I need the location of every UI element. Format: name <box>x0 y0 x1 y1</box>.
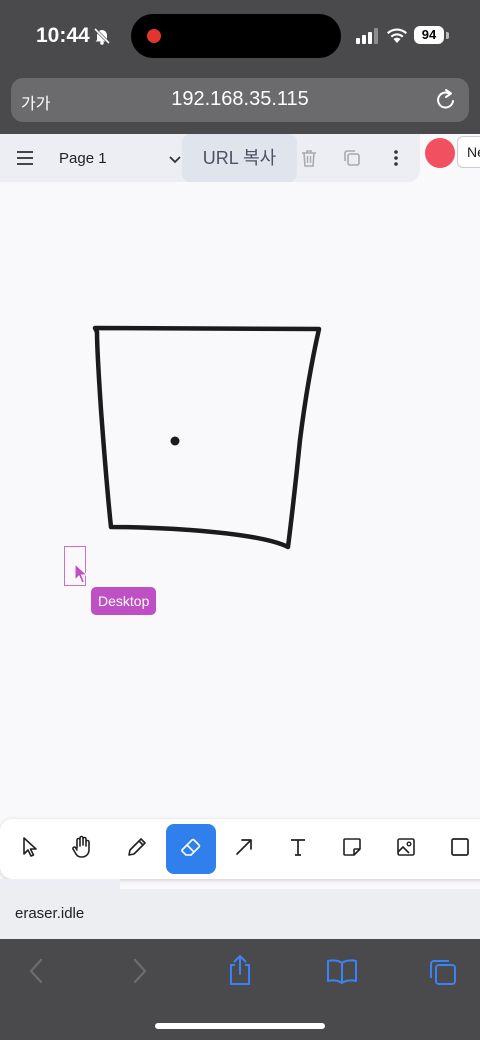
hand-icon <box>70 834 96 865</box>
pencil-icon <box>125 835 149 864</box>
arrow-tool-button[interactable] <box>219 824 269 874</box>
battery-indicator: 94 <box>414 26 444 44</box>
wifi-icon <box>386 26 408 49</box>
user-avatar[interactable] <box>425 138 455 168</box>
drawn-dot <box>170 436 180 446</box>
more-options-icon[interactable] <box>386 148 406 173</box>
dynamic-island <box>131 14 341 58</box>
forward-icon[interactable] <box>130 957 150 990</box>
copy-url-button[interactable]: URL 복사 <box>182 134 297 182</box>
collaborator-name-tag: Desktop <box>91 587 157 615</box>
canvas-drawing <box>92 325 322 550</box>
duplicate-icon[interactable] <box>342 148 362 173</box>
new-button[interactable]: Ne <box>457 136 480 168</box>
drawn-quadrilateral-shape <box>92 325 322 550</box>
rectangle-tool-button[interactable] <box>435 824 480 874</box>
image-tool-button[interactable] <box>381 824 431 874</box>
draw-tool-button[interactable] <box>112 824 162 874</box>
text-icon <box>286 835 310 864</box>
back-icon[interactable] <box>26 957 46 990</box>
text-tool-button[interactable] <box>273 824 323 874</box>
drawing-canvas[interactable] <box>0 184 480 814</box>
tool-state-text: eraser.idle <box>15 905 85 922</box>
safari-top-chrome: 10:44 94 가가 192.168.35.115 <box>0 0 480 134</box>
app-header: Page 1 URL 복사 Ne <box>0 134 480 184</box>
share-icon[interactable] <box>226 953 254 992</box>
address-bar[interactable]: 가가 192.168.35.115 <box>11 78 469 122</box>
collaborator-cursor-icon <box>74 562 89 590</box>
trash-icon[interactable] <box>299 148 319 173</box>
eraser-icon <box>178 835 204 864</box>
arrow-icon <box>232 835 256 864</box>
toolbar-shadow-strip <box>0 879 120 889</box>
recording-dot-icon <box>147 29 161 43</box>
note-tool-button[interactable] <box>327 824 377 874</box>
bookmarks-icon[interactable] <box>326 958 358 989</box>
tabs-icon[interactable] <box>428 957 458 992</box>
home-indicator <box>155 1023 325 1029</box>
hand-tool-button[interactable] <box>58 824 108 874</box>
rectangle-icon <box>448 835 472 864</box>
hamburger-menu-icon[interactable] <box>16 150 34 171</box>
url-text[interactable]: 192.168.35.115 <box>11 88 469 111</box>
image-icon <box>394 835 418 864</box>
battery-tip <box>446 32 449 39</box>
eraser-tool-button[interactable] <box>166 824 216 874</box>
bell-muted-icon <box>92 26 112 51</box>
chevron-down-icon[interactable] <box>168 152 182 170</box>
select-tool-button[interactable] <box>5 824 55 874</box>
pointer-icon <box>19 835 41 864</box>
reload-icon[interactable] <box>435 88 457 117</box>
safari-bottom-bar <box>0 939 480 1040</box>
tool-palette <box>0 819 480 879</box>
page-selector-label[interactable]: Page 1 <box>59 150 107 167</box>
cellular-signal-icon <box>356 28 378 49</box>
debug-status-bar: eraser.idle <box>0 889 480 939</box>
status-time: 10:44 <box>36 24 90 47</box>
note-icon <box>340 835 364 864</box>
